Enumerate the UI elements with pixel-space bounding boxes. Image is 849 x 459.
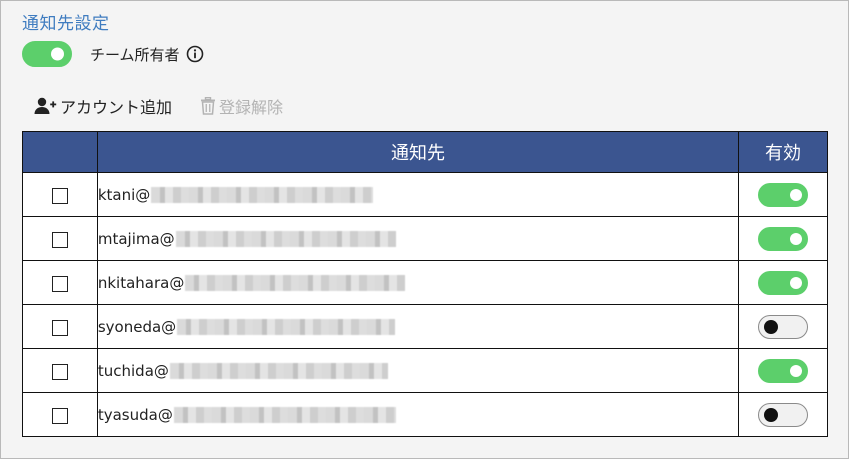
recipient-address: mtajima@ (97, 229, 175, 248)
enabled-toggle[interactable] (758, 358, 809, 383)
table-row: mtajima@ (22, 216, 828, 261)
trash-icon (200, 97, 216, 115)
table-row: nkitahara@ (22, 260, 828, 305)
enabled-toggle[interactable] (758, 226, 809, 251)
table-row: tuchida@ (22, 348, 828, 393)
table-header-row: 通知先 有効 (22, 131, 828, 173)
team-owner-toggle[interactable] (22, 41, 72, 67)
add-account-label: アカウント追加 (60, 98, 173, 117)
redacted-domain (151, 187, 374, 203)
recipient-table: 通知先 有効 ktani@ mtajima@ nkitahara@ syoned… (22, 131, 828, 437)
info-icon[interactable] (186, 45, 204, 63)
row-checkbox[interactable] (51, 187, 68, 204)
add-account-button[interactable]: アカウント追加 (33, 94, 172, 118)
header-select (22, 131, 98, 173)
section-title: 通知先設定 (22, 14, 110, 34)
toggle-knob (51, 47, 64, 61)
recipient-address: tyasuda@ (97, 405, 173, 424)
add-user-icon (33, 96, 57, 116)
table-row: ktani@ (22, 172, 828, 217)
redacted-domain (175, 231, 396, 247)
row-checkbox[interactable] (51, 319, 68, 336)
team-owner-label: チーム所有者 (90, 45, 180, 64)
recipient-address: tuchida@ (97, 361, 169, 380)
redacted-domain (173, 407, 396, 423)
recipient-address: nkitahara@ (97, 273, 185, 292)
toggle-knob (764, 319, 779, 334)
toolbar: アカウント追加 登録解除 (33, 94, 283, 118)
toggle-knob (790, 232, 803, 245)
recipient-address: syoneda@ (97, 317, 177, 336)
redacted-domain (169, 363, 388, 379)
unregister-label: 登録解除 (219, 98, 284, 117)
header-enabled: 有効 (738, 131, 828, 173)
toggle-knob (790, 364, 803, 377)
team-owner-row: チーム所有者 (22, 41, 204, 67)
header-recipient: 通知先 (96, 131, 740, 173)
redacted-domain (177, 319, 396, 335)
redacted-domain (185, 275, 406, 291)
enabled-toggle[interactable] (758, 314, 809, 339)
recipient-address: ktani@ (97, 185, 151, 204)
toggle-knob (764, 407, 779, 422)
unregister-button[interactable]: 登録解除 (200, 94, 283, 118)
toggle-knob (790, 188, 803, 201)
notification-settings-panel: 通知先設定 チーム所有者 アカウント追加 登録解除 通知先 有効 ktani@ … (0, 0, 849, 459)
row-checkbox[interactable] (51, 231, 68, 248)
row-checkbox[interactable] (51, 363, 68, 380)
enabled-toggle[interactable] (758, 270, 809, 295)
table-row: syoneda@ (22, 304, 828, 349)
row-checkbox[interactable] (51, 407, 68, 424)
enabled-toggle[interactable] (758, 182, 809, 207)
row-checkbox[interactable] (51, 275, 68, 292)
enabled-toggle[interactable] (758, 402, 809, 427)
toggle-knob (790, 276, 803, 289)
table-row: tyasuda@ (22, 392, 828, 437)
